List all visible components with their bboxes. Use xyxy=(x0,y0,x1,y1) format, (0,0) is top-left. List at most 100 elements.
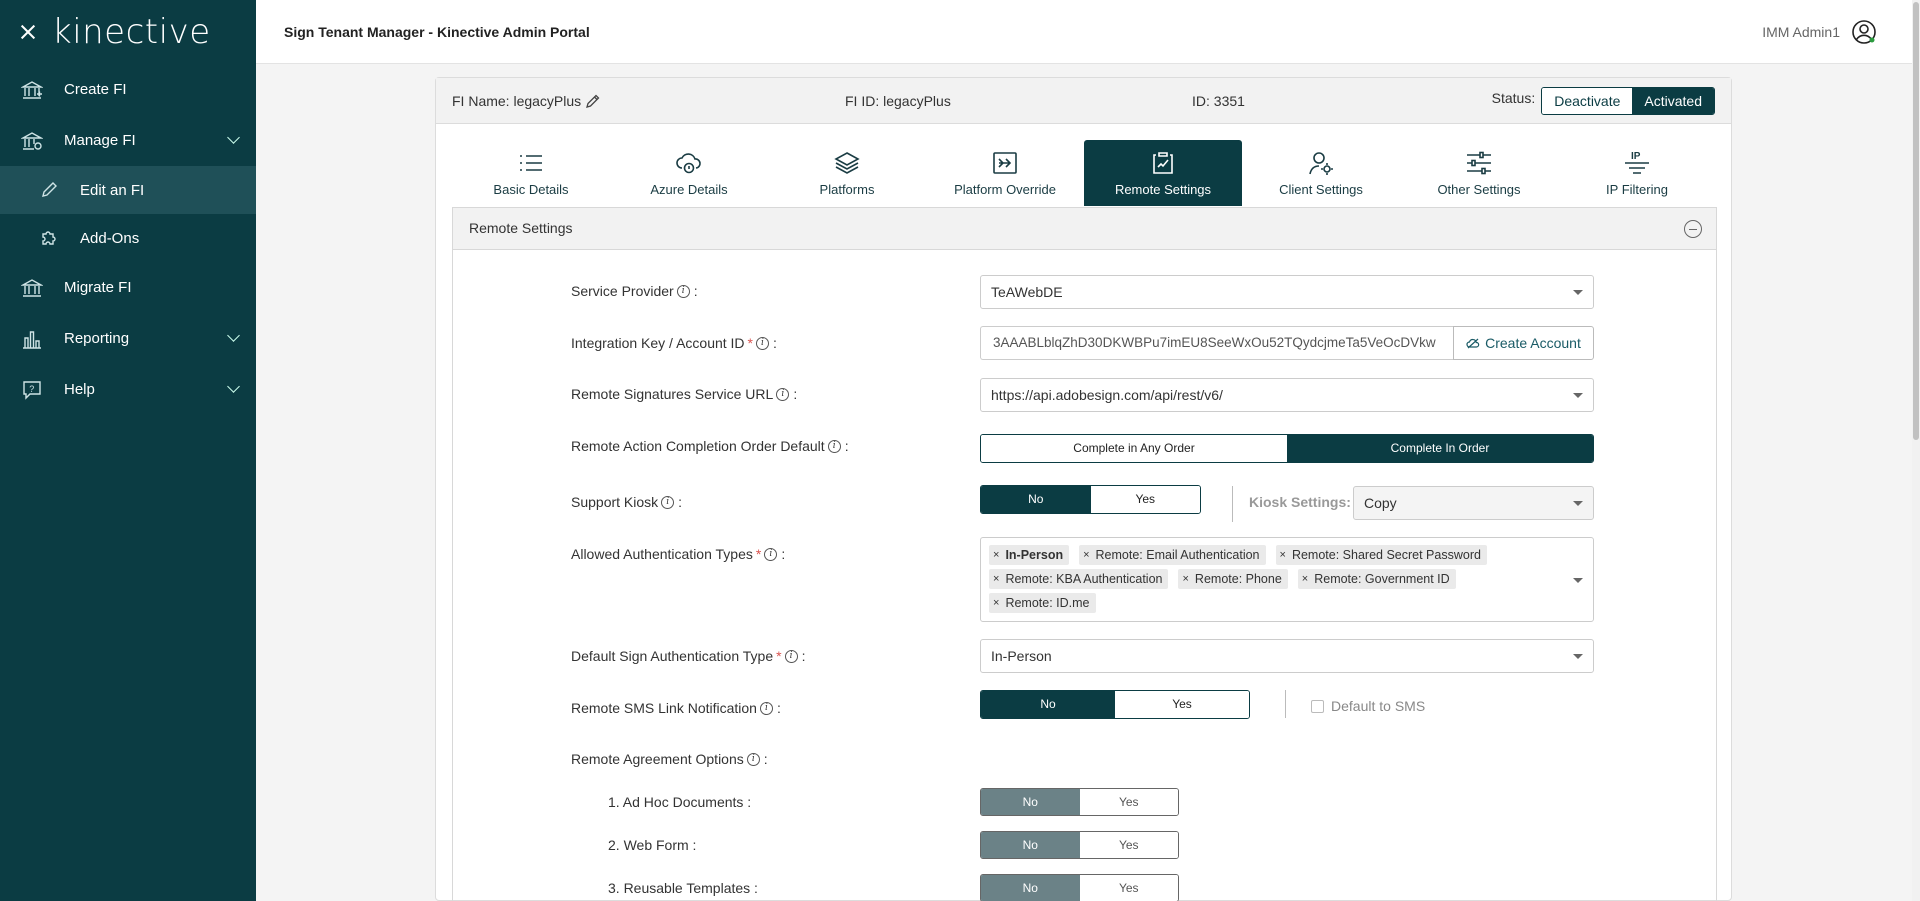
sidebar-item-add-ons[interactable]: Add-Ons xyxy=(0,214,256,262)
auth-types-multiselect[interactable]: × In-Person × Remote: Email Authentication ×… xyxy=(980,537,1594,622)
remote-document-icon xyxy=(1149,149,1177,177)
cloud-sync-icon xyxy=(1466,336,1480,350)
ad-hoc-yes-option[interactable]: Yes xyxy=(1079,789,1178,815)
tab-remote-settings[interactable]: Remote Settings xyxy=(1084,140,1242,206)
remove-tag-icon[interactable]: × xyxy=(989,597,1005,609)
tab-other-settings[interactable]: Other Settings xyxy=(1400,140,1558,206)
sms-notification-toggle: No Yes xyxy=(980,690,1250,719)
divider xyxy=(1285,690,1286,718)
tab-azure-details[interactable]: Azure Details xyxy=(610,140,768,206)
templates-no-option[interactable]: No xyxy=(981,875,1080,901)
tab-label: Platforms xyxy=(819,182,875,197)
label-text: Allowed Authentication Types xyxy=(571,546,753,562)
remove-tag-icon[interactable]: × xyxy=(1276,549,1292,561)
complete-in-order-option[interactable]: Complete In Order xyxy=(1287,435,1593,462)
info-icon[interactable]: i xyxy=(746,752,760,766)
tab-platforms[interactable]: Platforms xyxy=(768,140,926,206)
create-account-button[interactable]: Create Account xyxy=(1453,326,1594,360)
tag-label: Remote: Shared Secret Password xyxy=(1291,548,1481,562)
settings-tabs: Basic Details Azure Details Platforms Pl… xyxy=(452,140,1717,206)
close-icon[interactable] xyxy=(18,22,38,42)
web-form-no-option[interactable]: No xyxy=(981,832,1080,858)
web-form-yes-option[interactable]: Yes xyxy=(1079,832,1178,858)
sidebar-item-manage-fi[interactable]: Manage FI xyxy=(0,115,256,166)
page-scrollbar[interactable] xyxy=(1912,0,1920,901)
sidebar-item-label: Help xyxy=(64,381,95,398)
checkbox-box[interactable] xyxy=(1311,699,1324,713)
templates-yes-option[interactable]: Yes xyxy=(1079,875,1178,901)
tab-ip-filtering[interactable]: IP IP Filtering xyxy=(1558,140,1716,206)
sidebar-item-migrate-fi[interactable]: Migrate FI xyxy=(0,262,256,313)
remove-tag-icon[interactable]: × xyxy=(989,573,1005,585)
fi-name-text: FI Name: legacyPlus xyxy=(452,93,582,109)
tab-client-settings[interactable]: Client Settings xyxy=(1242,140,1400,206)
sms-yes-option[interactable]: Yes xyxy=(1115,691,1249,718)
remove-tag-icon[interactable]: × xyxy=(1178,573,1194,585)
chevron-down-icon xyxy=(1573,290,1583,295)
sidebar-item-create-fi[interactable]: Create FI xyxy=(0,64,256,115)
collapse-icon[interactable] xyxy=(1684,220,1702,238)
tag-label: Remote: KBA Authentication xyxy=(1005,572,1163,586)
auth-type-tag: × Remote: KBA Authentication xyxy=(989,569,1169,589)
info-icon[interactable]: i xyxy=(676,284,690,298)
reusable-templates-toggle: No Yes xyxy=(980,874,1179,901)
chevron-down-icon xyxy=(227,380,240,393)
label-text: Remote Signatures Service URL xyxy=(571,386,774,402)
remove-tag-icon[interactable]: × xyxy=(1298,573,1314,585)
sms-no-option[interactable]: No xyxy=(981,691,1115,718)
activated-button[interactable]: Activated xyxy=(1632,88,1714,114)
kiosk-no-option[interactable]: No xyxy=(981,486,1091,513)
chevron-down-icon xyxy=(227,131,240,144)
tab-label: Client Settings xyxy=(1279,182,1363,197)
auth-types-label: Allowed Authentication Types * i: xyxy=(571,546,786,562)
service-url-select[interactable]: https://api.adobesign.com/api/rest/v6/ xyxy=(980,378,1594,412)
bank-icon xyxy=(20,78,44,102)
info-icon[interactable]: i xyxy=(827,439,841,453)
info-icon[interactable]: i xyxy=(759,701,773,715)
svg-text:IP: IP xyxy=(1631,151,1641,162)
select-value: https://api.adobesign.com/api/rest/v6/ xyxy=(991,387,1223,403)
remove-tag-icon[interactable]: × xyxy=(989,549,1005,561)
tag-label: Remote: Email Authentication xyxy=(1095,548,1260,562)
user-avatar-icon[interactable] xyxy=(1850,18,1878,46)
tab-basic-details[interactable]: Basic Details xyxy=(452,140,610,206)
sidebar-item-help[interactable]: ? Help xyxy=(0,364,256,415)
status-label: Status: xyxy=(1491,90,1536,106)
auth-type-tag: × Remote: ID.me xyxy=(989,593,1096,613)
auth-type-tag: × In-Person xyxy=(989,545,1070,565)
edit-icon[interactable] xyxy=(585,93,601,109)
info-icon[interactable]: i xyxy=(764,547,778,561)
deactivate-button[interactable]: Deactivate xyxy=(1542,88,1633,114)
default-to-sms-checkbox[interactable]: Default to SMS xyxy=(1311,698,1425,714)
kiosk-settings-label: Kiosk Settings: xyxy=(1249,494,1351,510)
ad-hoc-no-option[interactable]: No xyxy=(981,789,1080,815)
info-icon[interactable]: i xyxy=(776,387,790,401)
info-icon[interactable]: i xyxy=(756,336,769,350)
sms-notification-label: Remote SMS Link Notification i: xyxy=(571,700,781,716)
select-value: TeAWebDE xyxy=(991,284,1063,300)
user-menu[interactable]: IMM Admin1 xyxy=(1762,18,1878,46)
default-auth-select[interactable]: In-Person xyxy=(980,639,1594,673)
kiosk-settings-select[interactable]: Copy xyxy=(1353,486,1594,520)
scrollbar-thumb[interactable] xyxy=(1913,2,1919,440)
list-icon xyxy=(517,149,545,177)
auth-type-tag: × Remote: Shared Secret Password xyxy=(1275,545,1487,565)
info-icon[interactable]: i xyxy=(661,495,675,509)
service-provider-select[interactable]: TeAWebDE xyxy=(980,275,1594,309)
sidebar-item-reporting[interactable]: Reporting xyxy=(0,313,256,364)
integration-key-label: Integration Key / Account ID * i: xyxy=(571,335,777,351)
sidebar-item-edit-an-fi[interactable]: Edit an FI xyxy=(0,166,256,214)
kiosk-yes-option[interactable]: Yes xyxy=(1090,486,1200,513)
sidebar-item-label: Manage FI xyxy=(64,132,136,149)
remove-tag-icon[interactable]: × xyxy=(1079,549,1095,561)
tab-label: IP Filtering xyxy=(1606,182,1668,197)
info-icon[interactable]: i xyxy=(784,649,798,663)
integration-key-input[interactable]: 3AAABLblqZhD30DKWBPu7imEU8SeeWxOu52TQydc… xyxy=(980,326,1454,360)
reusable-templates-label: 3. Reusable Templates : xyxy=(608,880,758,896)
complete-any-order-option[interactable]: Complete in Any Order xyxy=(981,435,1287,462)
tab-label: Remote Settings xyxy=(1114,182,1212,197)
default-auth-label: Default Sign Authentication Type * i: xyxy=(571,648,806,664)
tab-platform-override[interactable]: Platform Override xyxy=(926,140,1084,206)
ad-hoc-documents-label: 1. Ad Hoc Documents : xyxy=(608,794,752,810)
sidebar-item-label: Edit an FI xyxy=(80,181,145,199)
